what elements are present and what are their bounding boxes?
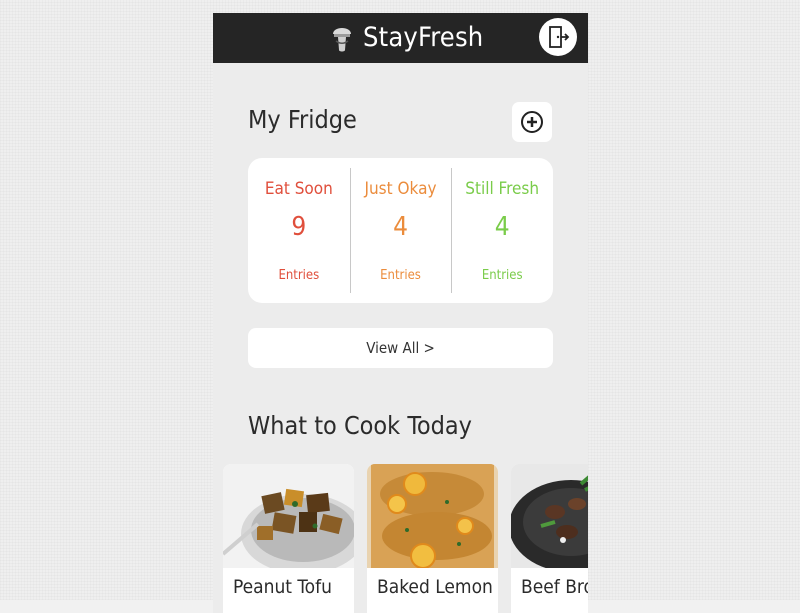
eat-soon-summary[interactable]: Eat Soon 9 Entries	[248, 158, 350, 303]
fridge-summary-card: Eat Soon 9 Entries Just Okay 4 Entries S…	[248, 158, 553, 303]
recipe-name: Peanut Tofu	[233, 576, 332, 598]
view-all-button[interactable]: View All >	[248, 328, 553, 368]
add-circle-icon	[521, 111, 543, 133]
app-title: StayFresh	[363, 22, 484, 53]
recipe-carousel[interactable]: Peanut Tofu Baked Lemon Beef Bro	[223, 464, 588, 613]
mushroom-logo-icon	[333, 28, 351, 52]
recipe-card[interactable]: Beef Bro	[511, 464, 588, 613]
just-okay-summary[interactable]: Just Okay 4 Entries	[349, 158, 452, 303]
app-header: StayFresh	[213, 13, 588, 63]
recipe-name: Beef Bro	[521, 576, 588, 598]
recipe-card[interactable]: Baked Lemon	[367, 464, 498, 613]
my-fridge-title: My Fridge	[248, 105, 357, 134]
recipe-photo	[367, 464, 498, 568]
eat-soon-entries-label: Entries	[278, 268, 320, 283]
still-fresh-label: Still Fresh	[465, 179, 540, 199]
just-okay-entries-label: Entries	[380, 268, 421, 283]
just-okay-label: Just Okay	[364, 179, 437, 199]
add-item-button[interactable]	[512, 102, 552, 142]
recipe-card[interactable]: Peanut Tofu	[223, 464, 354, 613]
still-fresh-summary[interactable]: Still Fresh 4 Entries	[451, 158, 553, 303]
logout-button[interactable]	[539, 18, 577, 56]
eat-soon-label: Eat Soon	[264, 179, 333, 199]
recipe-photo	[223, 464, 354, 568]
eat-soon-count: 9	[291, 212, 307, 242]
recipe-photo	[511, 464, 588, 568]
logout-door-icon	[549, 26, 570, 48]
recipe-name: Baked Lemon	[377, 576, 493, 598]
still-fresh-entries-label: Entries	[481, 268, 523, 283]
app-screen: StayFresh My Fridge Eat Soon 9 Entries J…	[213, 13, 588, 613]
what-to-cook-title: What to Cook Today	[248, 411, 472, 440]
still-fresh-count: 4	[494, 212, 510, 242]
just-okay-count: 4	[393, 212, 408, 242]
